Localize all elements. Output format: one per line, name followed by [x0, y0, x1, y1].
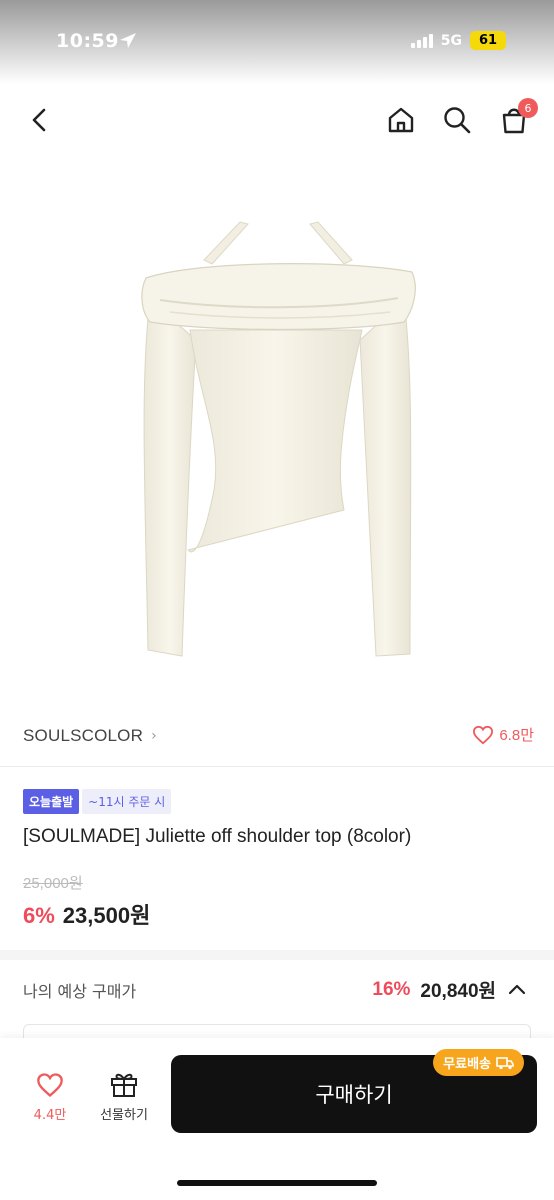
gift-icon — [111, 1073, 137, 1097]
back-button[interactable] — [20, 100, 60, 140]
like-button[interactable]: 4.4만 — [22, 1072, 78, 1123]
product-image[interactable] — [0, 160, 554, 700]
bottom-action-bar: 4.4만 선물하기 구매하기 무료배송 — [0, 1038, 554, 1200]
like-button-count: 4.4만 — [33, 1108, 67, 1123]
off-shoulder-top-illustration — [141, 221, 416, 657]
brand-name: SOULSCOLOR — [23, 726, 144, 745]
cart-button[interactable]: 6 — [494, 98, 538, 140]
delivery-truck-icon — [496, 1056, 514, 1069]
expected-discount: 16% — [372, 978, 411, 1000]
nav-bar: 6 — [0, 92, 554, 148]
brand-link[interactable]: SOULSCOLOR › — [23, 726, 157, 746]
chevron-right-icon: › — [151, 728, 157, 744]
today-shipping-tag: 오늘출발 — [23, 789, 80, 814]
brand-like-button[interactable]: 6.8만 — [472, 724, 534, 745]
chevron-up-icon — [508, 984, 526, 994]
cart-count-badge: 6 — [518, 98, 538, 118]
home-indicator — [177, 1180, 377, 1186]
location-arrow-icon — [120, 33, 136, 48]
delivery-tags: 오늘출발 ~11시 주문 시 — [23, 789, 172, 814]
status-time: 10:59 — [56, 30, 119, 52]
price-row: 6% 23,500원 — [23, 898, 150, 930]
heart-icon — [37, 1073, 63, 1098]
sale-price: 23,500원 — [62, 903, 151, 928]
battery-icon: 61 — [470, 31, 506, 50]
order-deadline-tag: ~11시 주문 시 — [82, 789, 172, 814]
discount-rate: 6% — [23, 903, 55, 928]
expected-price-label: 나의 예상 구매가 — [23, 982, 137, 1001]
status-bar: 10:59 5G 61 — [0, 0, 554, 84]
expected-price-row[interactable]: 나의 예상 구매가 16% 20,840원 — [0, 970, 554, 1008]
expected-price-value: 16% 20,840원 — [372, 976, 528, 1003]
network-type: 5G — [440, 32, 462, 49]
signal-icon — [410, 33, 433, 48]
search-button[interactable] — [437, 100, 477, 140]
search-icon — [444, 107, 471, 134]
gift-button-label: 선물하기 — [100, 1108, 148, 1123]
buy-button-label: 구매하기 — [315, 1083, 393, 1107]
divider — [0, 766, 554, 767]
section-divider — [0, 950, 554, 960]
like-count: 6.8만 — [499, 727, 534, 744]
brand-row: SOULSCOLOR › 6.8만 — [0, 718, 554, 756]
free-shipping-badge: 무료배송 — [433, 1049, 524, 1076]
free-shipping-label: 무료배송 — [443, 1057, 491, 1072]
home-button[interactable] — [381, 100, 421, 140]
product-title: [SOULMADE] Juliette off shoulder top (8c… — [23, 826, 412, 847]
gift-button[interactable]: 선물하기 — [90, 1070, 158, 1123]
home-icon — [388, 107, 414, 133]
expected-price: 20,840원 — [420, 981, 496, 1002]
original-price: 25,000원 — [23, 875, 83, 892]
back-arrow-icon — [32, 108, 46, 132]
heart-icon — [473, 725, 494, 744]
status-indicators: 5G 61 — [410, 31, 506, 50]
